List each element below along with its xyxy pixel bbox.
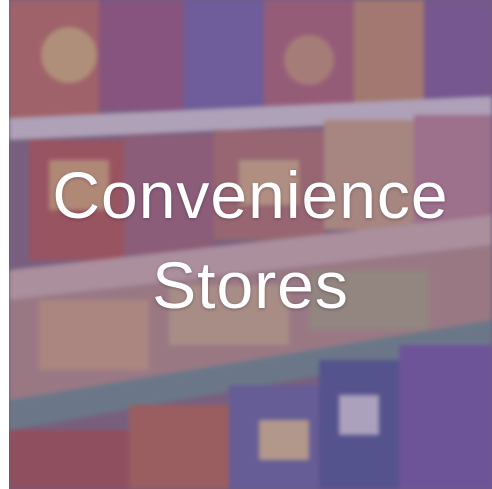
tile-title: Convenience Stores xyxy=(9,150,492,330)
tile-title-line-1: Convenience xyxy=(52,158,449,232)
tile-title-line-2: Stores xyxy=(152,248,349,322)
category-tile-convenience-stores[interactable]: Convenience Stores xyxy=(9,0,492,489)
